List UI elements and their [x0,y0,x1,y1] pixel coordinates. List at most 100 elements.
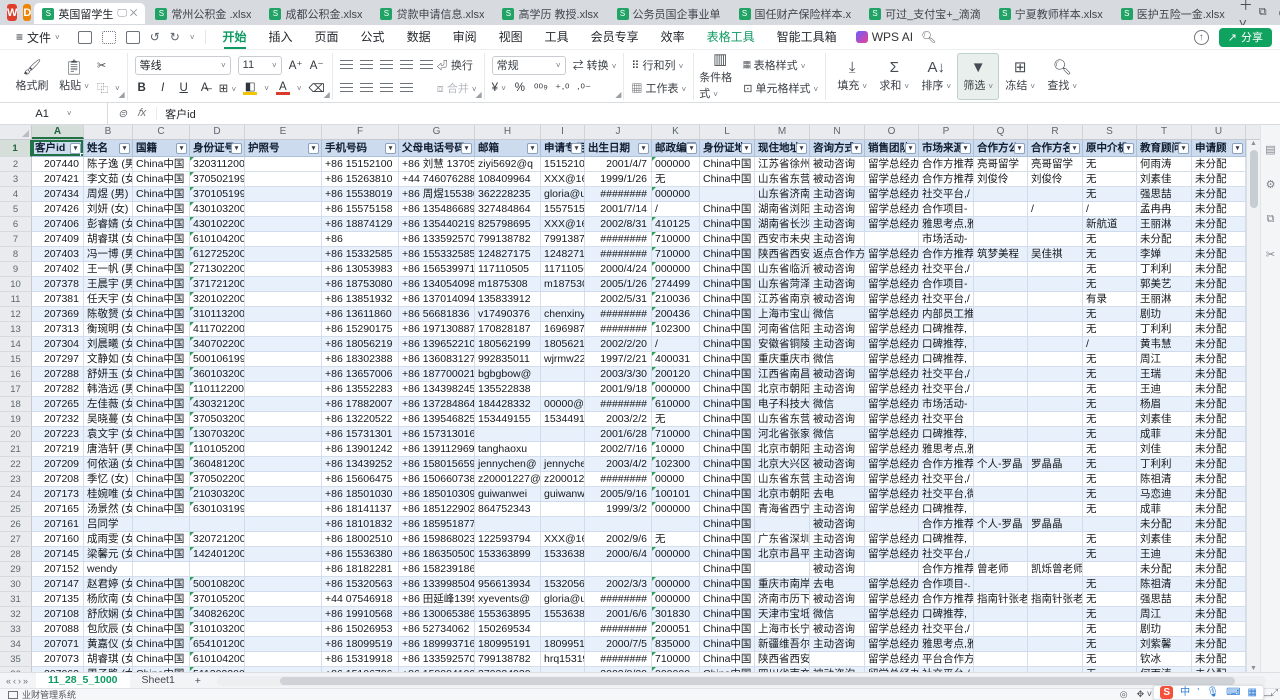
cell[interactable]: 无 [652,532,700,547]
cell[interactable]: 山东省东营 [755,412,810,427]
cell[interactable]: +86 19910568 [322,607,399,622]
fx-icon[interactable]: 𝑓x [137,107,146,120]
filter-dropdown-icon[interactable]: ▾ [119,143,130,154]
cell[interactable]: +86 1598680231 [399,532,475,547]
cell[interactable]: China中国 [700,457,755,472]
cell[interactable]: 未分配 [1192,637,1246,652]
cell[interactable]: 2002/3/3 [585,577,652,592]
cell[interactable]: 207282 [32,382,84,397]
cell[interactable] [1028,622,1083,637]
cell[interactable]: 未分配 [1192,457,1246,472]
cell[interactable]: / [1083,202,1137,217]
cell[interactable]: 北京市朝阳 [755,487,810,502]
cell[interactable]: 未分配 [1192,652,1246,667]
cell[interactable] [133,517,190,532]
cell[interactable]: 无 [652,412,700,427]
cell[interactable]: +86 18501030 [322,487,399,502]
indent-increase-icon[interactable] [420,60,433,71]
cell[interactable]: +86 1565399710 [399,262,475,277]
worksheet-button[interactable]: ▦ 工作表 ˅ [631,80,686,96]
cell[interactable]: 北京市朝阳 [755,442,810,457]
cell[interactable]: 825798695 [475,217,541,232]
cell[interactable]: 被动咨询 [810,667,865,672]
filter-dropdown-icon[interactable]: ▾ [796,143,807,154]
cell[interactable]: China中国 [700,412,755,427]
cell[interactable]: +44 7460762888 [399,172,475,187]
cell[interactable]: 170828187 [475,322,541,337]
cell[interactable]: 无 [1083,532,1137,547]
cell[interactable] [974,217,1028,232]
cell[interactable]: 陕西省西安 [755,247,810,262]
cell[interactable]: 327484864 [475,202,541,217]
cell[interactable]: 430321200211140121 [190,397,245,412]
wps-ai-button[interactable]: WPS AI [848,30,921,44]
cell[interactable]: 未分配 [1192,172,1246,187]
cell[interactable] [974,292,1028,307]
cell[interactable] [810,652,865,667]
cell[interactable]: 155751588 [541,202,585,217]
cell[interactable]: 207173 [32,487,84,502]
merge-cells-button[interactable]: ⧈ 合并 ˅ [437,80,477,96]
cell[interactable] [1028,427,1083,442]
comma-style-icon[interactable]: ⁰⁰⁹ [534,81,548,95]
cell[interactable]: 丁利利 [1137,262,1192,277]
cell[interactable]: China中国 [700,622,755,637]
cell[interactable]: 微信 [810,397,865,412]
row-number[interactable]: 36 [0,667,32,672]
table-header-cell[interactable]: 现住地址▾ [755,140,810,157]
table-header-cell[interactable]: 手机号码▾ [322,140,399,157]
cell[interactable] [1028,187,1083,202]
cell[interactable]: 未分配 [1192,427,1246,442]
cell[interactable]: 文静如 (女 [84,352,133,367]
cell[interactable]: 无 [1083,592,1137,607]
filter-dropdown-icon[interactable]: ▾ [960,143,971,154]
cell[interactable] [974,427,1028,442]
cell[interactable]: 370105200210270824 [190,592,245,607]
cell[interactable]: 主动咨询 [810,322,865,337]
cell[interactable] [1028,502,1083,517]
cell[interactable]: 未分配 [1192,262,1246,277]
cell[interactable]: 207209 [32,457,84,472]
cell[interactable]: China中国 [700,547,755,562]
cell[interactable]: 王一帆 (男 [84,262,133,277]
cell[interactable] [245,532,322,547]
vscroll-thumb[interactable] [1250,150,1258,208]
cell[interactable]: 被动咨询 [810,412,865,427]
cell[interactable]: 社交平台,/ [919,667,974,672]
cell[interactable]: 筑梦美程 [974,247,1028,262]
cell[interactable]: 被动咨询 [810,262,865,277]
row-number[interactable]: 13 [0,322,32,337]
cell[interactable]: 207265 [32,397,84,412]
cell[interactable]: +86 1391129694 [399,442,475,457]
ime-toolbox-icon[interactable]: ▦ [1248,686,1257,699]
cell[interactable]: 117110505 [541,262,585,277]
cell[interactable]: 平台合作方 [919,652,974,667]
rows-columns-button[interactable]: ⠿ 行和列 ˅ [631,57,683,73]
cell[interactable]: 未分配 [1192,472,1246,487]
cell[interactable]: 180995191 [541,637,585,652]
cell[interactable]: 2000/6/4 [585,547,652,562]
cell[interactable]: China中国 [133,367,190,382]
table-header-cell[interactable]: 合作方公▾ [974,140,1028,157]
cell[interactable]: China中国 [700,427,755,442]
cell[interactable] [245,157,322,172]
cell[interactable]: 主动咨询 [810,472,865,487]
cell[interactable]: 西安市未央 [755,232,810,247]
cell[interactable] [865,562,919,577]
column-header-O[interactable]: O [865,125,919,139]
cell[interactable]: 留学总经办 [865,247,919,262]
cell[interactable]: 口碑推荐, [919,532,974,547]
row-number[interactable]: 24 [0,487,32,502]
cell[interactable]: ######## [585,622,652,637]
number-format-select[interactable]: 常规˅ [492,56,566,75]
format-painter-button[interactable]: 🖌︎格式刷 [11,53,53,100]
cell[interactable]: 王丽淋 [1137,217,1192,232]
filter-dropdown-icon[interactable]: ▾ [1014,143,1025,154]
cell[interactable] [475,517,541,532]
cell[interactable] [245,472,322,487]
cell[interactable]: 155363895 [541,607,585,622]
cell[interactable]: 留学总经办 [865,382,919,397]
cell[interactable]: 留学总经办 [865,292,919,307]
filter-dropdown-icon[interactable]: ▾ [385,143,396,154]
cell[interactable]: China中国 [133,277,190,292]
